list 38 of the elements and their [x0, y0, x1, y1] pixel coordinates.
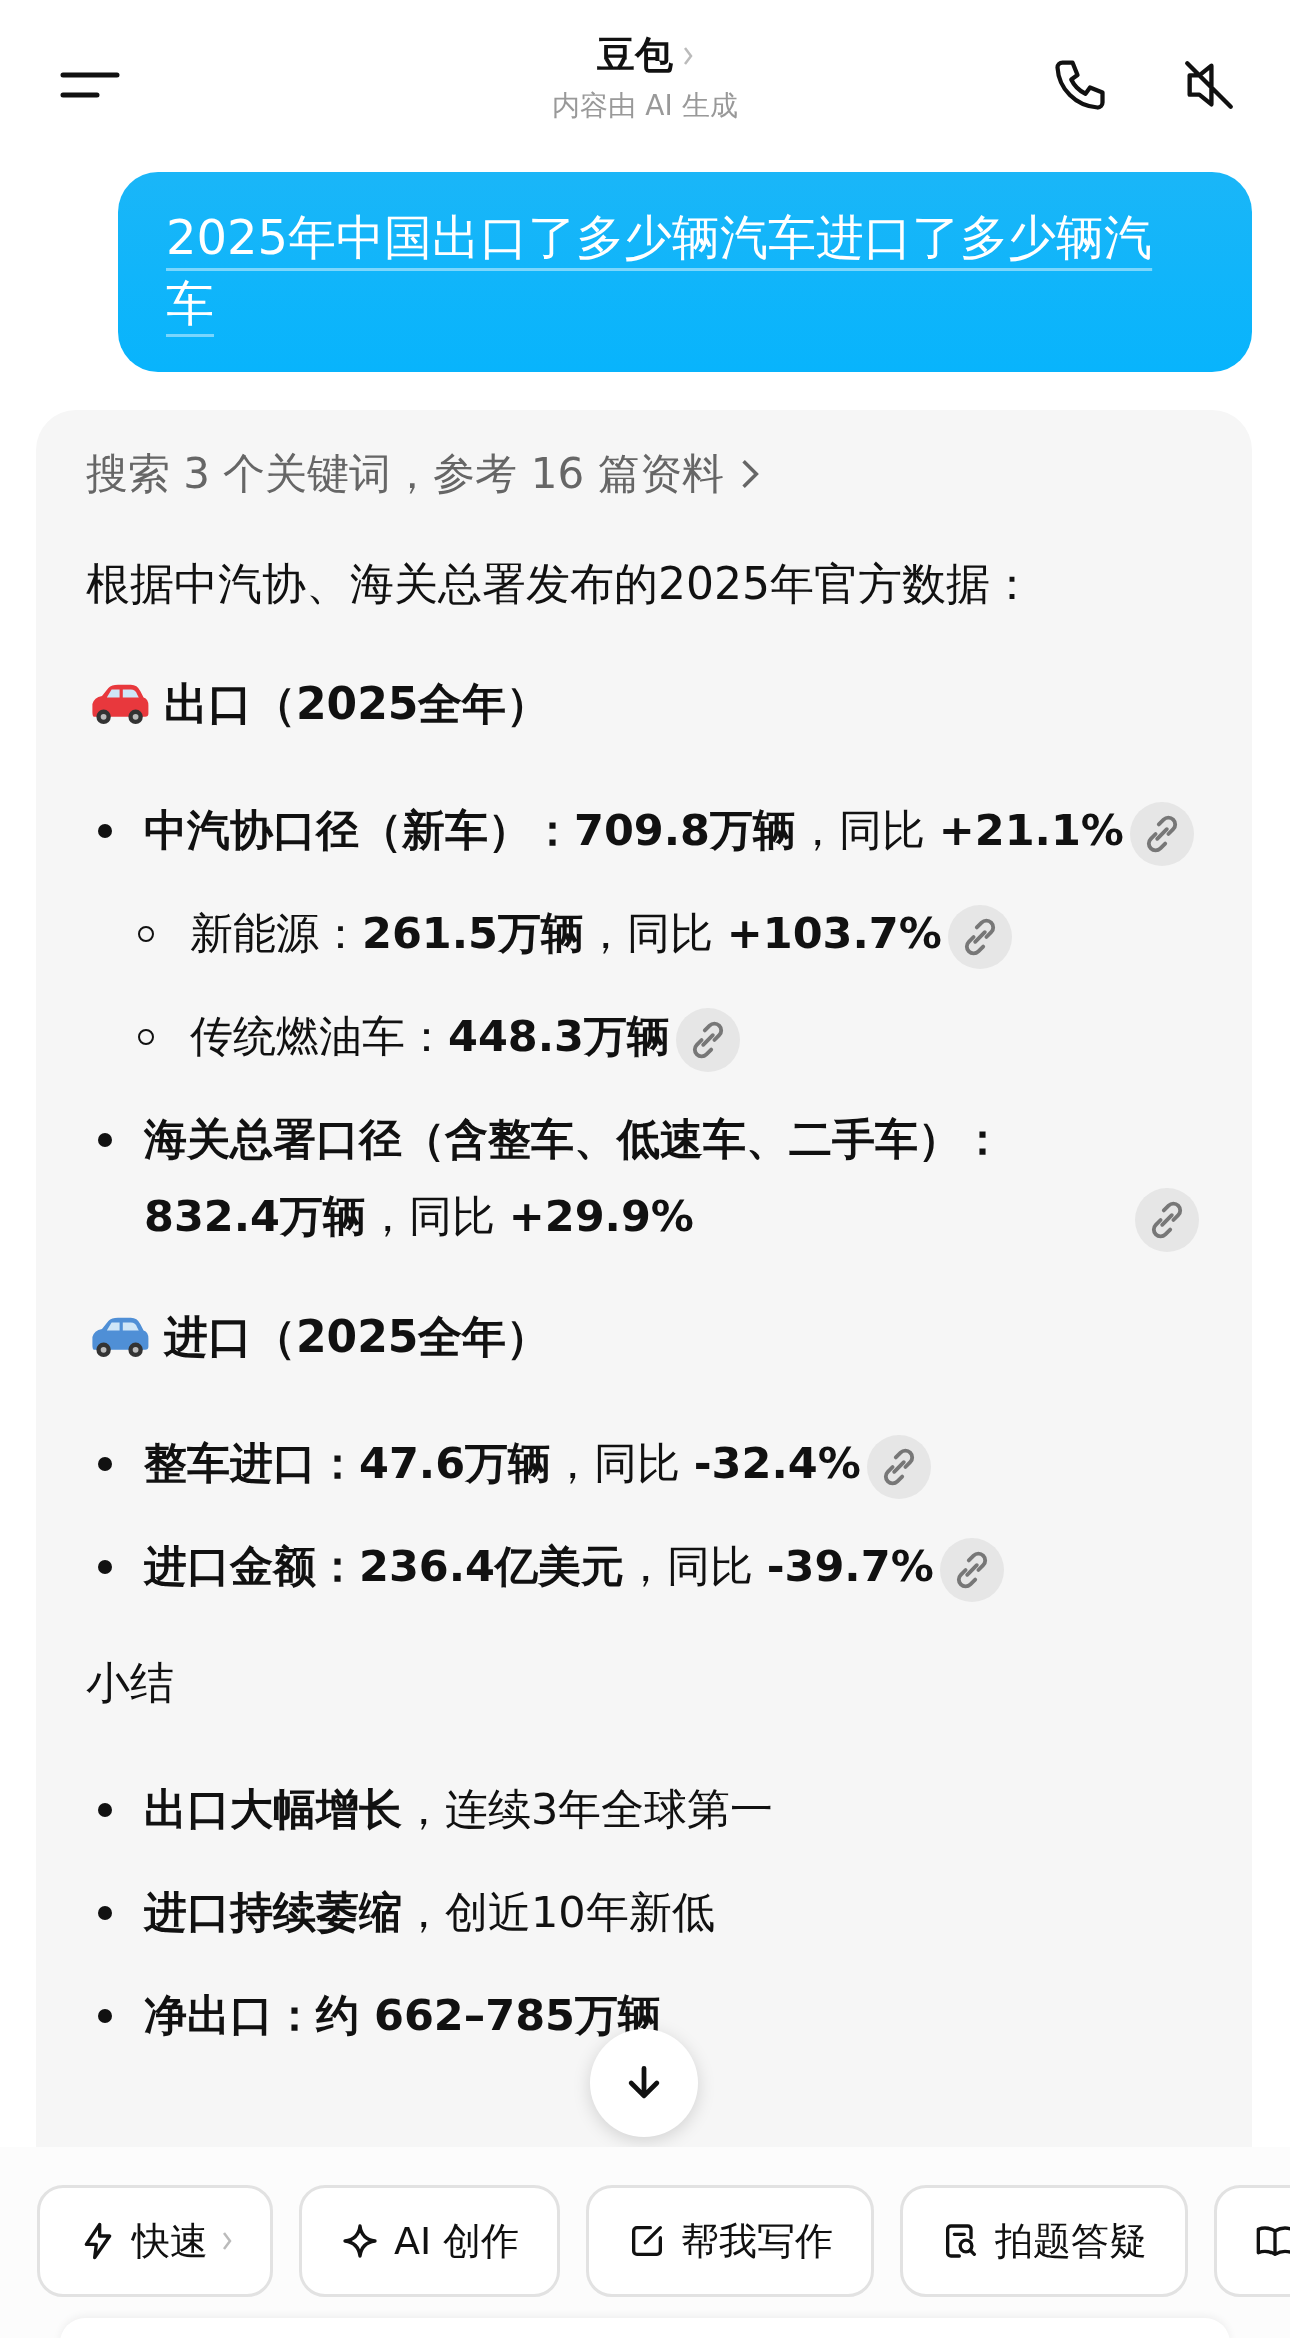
link-icon[interactable] [939, 1537, 1004, 1602]
user-message: 2025年中国出口了多少辆汽车进口了多少辆汽车 [118, 172, 1252, 372]
chat-title[interactable]: 豆包 [597, 30, 673, 81]
list-item-text: 整车进口：47.6万辆，同比 -32.4% [144, 1437, 861, 1490]
bullet-icon [138, 1029, 154, 1045]
section-heading: 出口（2025全年） [164, 677, 551, 731]
list-item-text: 传统燃油车：448.3万辆 [190, 1010, 670, 1063]
bullet-icon [98, 1133, 112, 1147]
bullet-icon [98, 824, 112, 838]
bullet-icon [138, 926, 154, 942]
chevron-icon[interactable] [739, 458, 760, 490]
bullet-icon [98, 1457, 112, 1471]
link-icon[interactable] [866, 1434, 931, 1499]
list-item-text: 中汽协口径（新车）：709.8万辆，同比 +21.1% [144, 804, 1124, 857]
link-icon[interactable] [1129, 801, 1194, 866]
tool-chip[interactable]: AI 创作 [299, 2185, 561, 2297]
bullet-icon [98, 1803, 112, 1817]
list-item-text: 出口大幅增长，连续3年全球第一 [144, 1784, 774, 1834]
tool-chip[interactable]: 帮我写作 [586, 2185, 875, 2297]
ai-generated-note: 内容由 AI 生成 [552, 88, 738, 124]
tool-chip[interactable]: 拍题答疑 [900, 2185, 1189, 2297]
list-item-text: 海关总署口径（含整车、低速车、二手车）：832.4万辆，同比 +29.9% [144, 1113, 1005, 1243]
menu-icon[interactable] [60, 70, 120, 100]
tool-chip[interactable]: 快速 [37, 2185, 273, 2297]
search-summary[interactable]: 搜索 3 个关键词，参考 16 篇资料 [86, 436, 724, 512]
bullet-icon [98, 1906, 112, 1920]
list-item-text: 进口金额：236.4亿美元，同比 -39.7% [144, 1540, 934, 1593]
bullet-icon [98, 2009, 112, 2023]
link-icon[interactable] [1135, 1187, 1199, 1252]
summary-heading: 小结 [86, 1656, 175, 1710]
link-icon[interactable] [676, 1007, 740, 1072]
list-item-text: 进口持续萎缩，创近10年新低 [144, 1887, 715, 1937]
sparkle-icon [340, 2221, 380, 2261]
intro-text: 根据中汽协、海关总署发布的2025年官方数据： [86, 557, 1035, 611]
link-icon[interactable] [947, 904, 1012, 969]
section-heading: 进口（2025全年） [164, 1310, 551, 1364]
bullet-icon [98, 1560, 112, 1574]
list-item-text: 新能源：261.5万辆，同比 +103.7% [190, 907, 942, 960]
